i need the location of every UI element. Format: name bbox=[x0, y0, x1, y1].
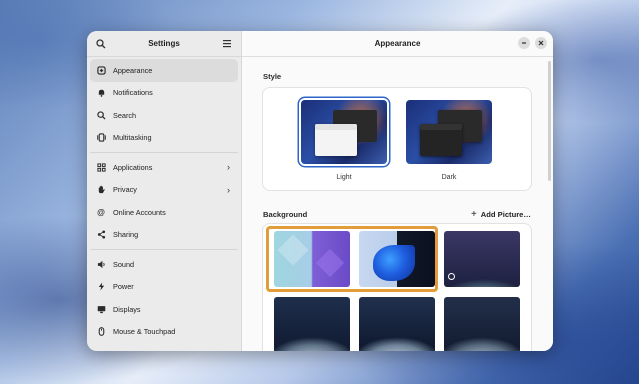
sidebar-item-mouse-touchpad[interactable]: Mouse & Touchpad bbox=[90, 321, 238, 344]
wallpaper-thumbnail[interactable] bbox=[274, 297, 350, 351]
sidebar-item-label: Displays bbox=[113, 304, 141, 314]
wallpaper-thumbnail[interactable] bbox=[444, 231, 520, 287]
sidebar-item-label: Sharing bbox=[113, 230, 139, 240]
style-section-label: Style bbox=[263, 72, 282, 81]
chevron-right-icon: › bbox=[227, 184, 230, 195]
sidebar-item-online-accounts[interactable]: @ Online Accounts bbox=[90, 201, 238, 224]
at-icon: @ bbox=[97, 207, 105, 217]
sidebar-item-label: Privacy bbox=[113, 185, 137, 195]
sidebar-item-multitasking[interactable]: Multitasking bbox=[90, 127, 238, 150]
sidebar: Settings Appearance Notifications Search… bbox=[87, 31, 242, 351]
wallpaper-thumbnail[interactable] bbox=[359, 231, 435, 287]
sidebar-item-applications[interactable]: Applications › bbox=[90, 156, 238, 179]
sidebar-separator bbox=[90, 249, 238, 250]
style-option-label: Light bbox=[336, 174, 352, 181]
sidebar-item-label: Online Accounts bbox=[113, 207, 166, 217]
minimize-button[interactable] bbox=[518, 37, 530, 49]
sidebar-item-sharing[interactable]: Sharing bbox=[90, 224, 238, 247]
sidebar-list: Appearance Notifications Search Multitas… bbox=[87, 57, 241, 345]
add-picture-label: Add Picture… bbox=[480, 210, 531, 219]
style-option-label: Dark bbox=[441, 174, 457, 181]
wallpaper-thumbnail[interactable] bbox=[359, 297, 435, 351]
sidebar-item-label: Search bbox=[113, 110, 137, 120]
wallpaper-indicator-icon bbox=[448, 273, 455, 280]
style-card: Light Dark bbox=[263, 88, 531, 190]
sidebar-item-label: Multitasking bbox=[113, 133, 152, 143]
background-header: Background + Add Picture… bbox=[263, 209, 531, 220]
hamburger-menu-icon[interactable] bbox=[221, 38, 233, 50]
sidebar-separator bbox=[90, 152, 238, 153]
sidebar-item-label: Mouse & Touchpad bbox=[113, 327, 176, 337]
chevron-right-icon: › bbox=[227, 162, 230, 173]
sidebar-item-sound[interactable]: Sound bbox=[90, 253, 238, 276]
sidebar-title: Settings bbox=[148, 39, 180, 48]
hand-icon bbox=[96, 185, 106, 195]
sidebar-item-label: Notifications bbox=[113, 88, 153, 98]
share-icon bbox=[96, 230, 106, 240]
scrollbar[interactable] bbox=[548, 61, 551, 181]
page-title: Appearance bbox=[374, 39, 421, 48]
bell-icon bbox=[96, 88, 106, 98]
search-icon[interactable] bbox=[95, 38, 107, 50]
sidebar-item-power[interactable]: Power bbox=[90, 276, 238, 299]
sidebar-header: Settings bbox=[87, 31, 241, 57]
search-icon bbox=[96, 110, 106, 120]
wallpaper-thumbnail[interactable] bbox=[274, 231, 350, 287]
sidebar-item-privacy[interactable]: Privacy › bbox=[90, 179, 238, 202]
background-gallery bbox=[263, 224, 531, 351]
sidebar-item-label: Sound bbox=[113, 259, 135, 269]
sidebar-item-search[interactable]: Search bbox=[90, 104, 238, 127]
sidebar-item-displays[interactable]: Displays bbox=[90, 298, 238, 321]
add-picture-button[interactable]: + Add Picture… bbox=[471, 209, 531, 220]
sidebar-item-appearance[interactable]: Appearance bbox=[90, 59, 238, 82]
mouse-icon bbox=[96, 327, 106, 337]
speaker-icon bbox=[96, 259, 106, 269]
main-panel: Appearance Style Light Dark Background +… bbox=[242, 31, 553, 351]
sidebar-item-label: Power bbox=[113, 282, 134, 292]
wallpaper-thumbnail[interactable] bbox=[444, 297, 520, 351]
display-icon bbox=[96, 304, 106, 314]
main-header: Appearance bbox=[242, 31, 553, 57]
sidebar-item-label: Applications bbox=[113, 162, 153, 172]
close-button[interactable] bbox=[535, 37, 547, 49]
sidebar-item-label: Appearance bbox=[113, 65, 153, 75]
background-section-label: Background bbox=[263, 210, 308, 219]
power-icon bbox=[96, 282, 106, 292]
plus-icon: + bbox=[470, 209, 477, 220]
style-option-dark[interactable] bbox=[406, 100, 492, 164]
appearance-icon bbox=[96, 65, 106, 75]
style-option-light[interactable] bbox=[301, 100, 387, 164]
grid-icon bbox=[96, 162, 106, 172]
settings-window: Settings Appearance Notifications Search… bbox=[87, 31, 553, 351]
multitasking-icon bbox=[96, 133, 106, 143]
sidebar-item-notifications[interactable]: Notifications bbox=[90, 82, 238, 105]
